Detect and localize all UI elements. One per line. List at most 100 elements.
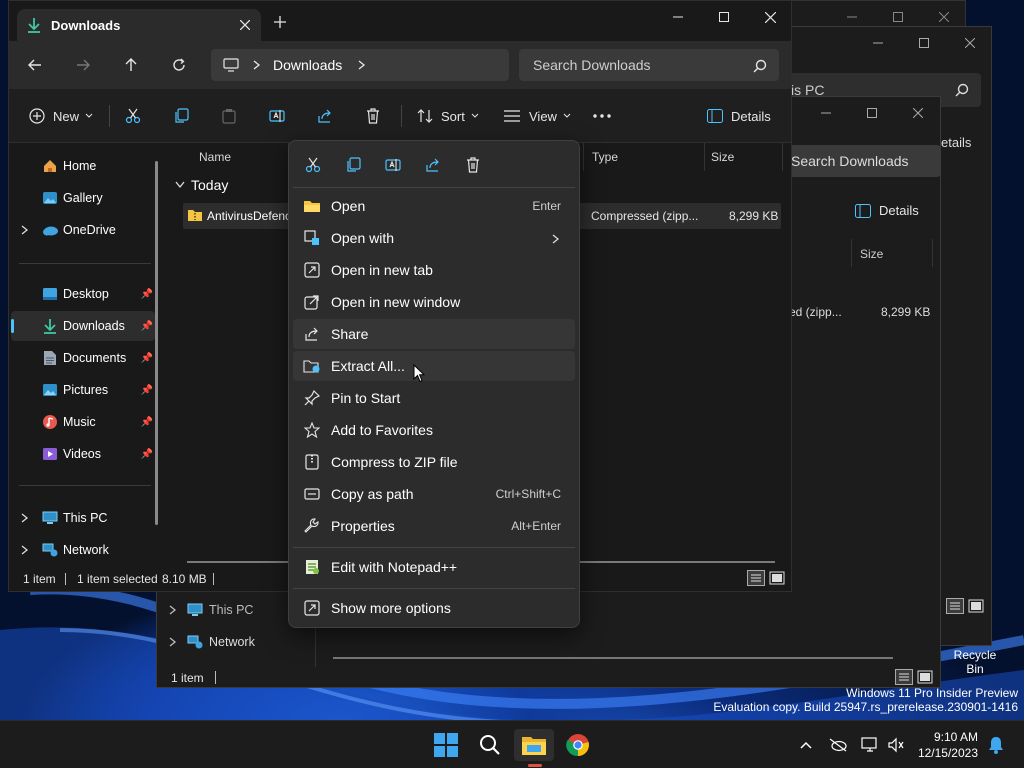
wrench-icon bbox=[303, 517, 321, 535]
onedrive-offline-icon[interactable] bbox=[828, 735, 848, 755]
chevron-right-icon[interactable] bbox=[21, 513, 29, 523]
delete-icon[interactable] bbox=[365, 103, 381, 129]
sidebar-item-desktop[interactable]: Desktop 📌 bbox=[11, 279, 155, 309]
details-label[interactable]: etails bbox=[941, 135, 971, 150]
sidebar-item-network[interactable]: Network bbox=[169, 635, 255, 649]
menu-item-open-new-tab[interactable]: Open in new tab bbox=[293, 255, 575, 285]
minimize-icon[interactable] bbox=[803, 97, 849, 129]
column-header-size[interactable]: Size bbox=[705, 143, 783, 171]
chevron-up-icon[interactable] bbox=[796, 735, 816, 755]
file-explorer-taskbar-icon[interactable] bbox=[514, 729, 554, 767]
sort-button[interactable]: Sort bbox=[417, 103, 479, 129]
column-header-type[interactable]: Type bbox=[583, 143, 705, 171]
sidebar-item-pictures[interactable]: Pictures 📌 bbox=[11, 375, 155, 405]
display-icon[interactable] bbox=[860, 735, 880, 755]
paste-icon[interactable] bbox=[221, 103, 237, 129]
volume-muted-icon[interactable] bbox=[886, 735, 906, 755]
menu-item-copy-as-path[interactable]: Copy as path Ctrl+Shift+C bbox=[293, 479, 575, 509]
breadcrumb-downloads[interactable]: Downloads bbox=[273, 57, 342, 73]
minimize-icon[interactable] bbox=[855, 27, 901, 59]
start-windows-icon[interactable] bbox=[426, 729, 466, 761]
menu-item-pin-to-start[interactable]: Pin to Start bbox=[293, 383, 575, 413]
chevron-right-icon[interactable] bbox=[21, 225, 29, 235]
sidebar-item-music[interactable]: Music 📌 bbox=[11, 407, 155, 437]
menu-item-share[interactable]: Share bbox=[293, 319, 575, 349]
menu-item-open-new-window[interactable]: Open in new window bbox=[293, 287, 575, 317]
notification-bell-icon[interactable] bbox=[986, 735, 1006, 755]
tab-downloads[interactable]: Downloads bbox=[17, 9, 261, 41]
rename-icon[interactable] bbox=[269, 103, 285, 129]
minimize-icon[interactable] bbox=[655, 1, 701, 33]
search-icon[interactable] bbox=[470, 729, 510, 761]
column-header-size[interactable]: Size bbox=[851, 239, 933, 267]
menu-item-add-to-favorites[interactable]: Add to Favorites bbox=[293, 415, 575, 445]
sidebar-item-videos[interactable]: Videos 📌 bbox=[11, 439, 155, 469]
search-box[interactable]: Search Downloads bbox=[777, 145, 941, 177]
cut-icon[interactable] bbox=[297, 153, 329, 177]
pin-icon[interactable]: 📌 bbox=[141, 385, 153, 396]
menu-item-show-more-options[interactable]: Show more options bbox=[293, 593, 575, 623]
sidebar-item-network[interactable]: Network bbox=[11, 535, 155, 565]
sidebar-item-downloads[interactable]: Downloads 📌 bbox=[11, 311, 155, 341]
menu-item-properties[interactable]: Properties Alt+Enter bbox=[293, 511, 575, 541]
sidebar-item-gallery[interactable]: Gallery bbox=[11, 183, 155, 213]
share-icon[interactable] bbox=[417, 153, 449, 177]
pin-icon[interactable]: 📌 bbox=[141, 353, 153, 364]
menu-item-edit-notepad-plus[interactable]: Edit with Notepad++ bbox=[293, 552, 575, 582]
menu-item-open[interactable]: Open Enter bbox=[293, 191, 575, 221]
new-button[interactable]: New bbox=[29, 103, 93, 129]
details-view-icon[interactable] bbox=[946, 598, 964, 614]
pin-icon[interactable]: 📌 bbox=[141, 449, 153, 460]
more-options-icon[interactable] bbox=[593, 103, 611, 129]
tiles-view-icon[interactable] bbox=[968, 598, 984, 614]
maximize-icon[interactable] bbox=[701, 1, 747, 33]
tiles-view-icon[interactable] bbox=[769, 570, 785, 586]
system-clock[interactable]: 9:10 AM 12/15/2023 bbox=[918, 729, 978, 761]
copy-icon[interactable] bbox=[337, 153, 369, 177]
chevron-right-icon[interactable] bbox=[253, 60, 261, 70]
close-icon[interactable] bbox=[895, 97, 941, 129]
sidebar-item-this-pc[interactable]: This PC bbox=[169, 603, 253, 617]
pin-icon[interactable]: 📌 bbox=[141, 417, 153, 428]
tiles-view-icon[interactable] bbox=[917, 669, 933, 685]
chevron-right-icon[interactable] bbox=[358, 60, 366, 70]
details-view-icon[interactable] bbox=[747, 570, 765, 586]
sidebar-item-onedrive[interactable]: OneDrive bbox=[11, 215, 155, 245]
forward-arrow-icon[interactable] bbox=[69, 53, 97, 77]
details-button[interactable]: Details bbox=[707, 103, 771, 129]
sidebar-item-documents[interactable]: Documents 📌 bbox=[11, 343, 155, 373]
rename-icon[interactable] bbox=[377, 153, 409, 177]
horizontal-scrollbar[interactable] bbox=[333, 657, 893, 659]
new-tab-plus-icon[interactable] bbox=[271, 13, 289, 31]
details-button[interactable]: Details bbox=[855, 203, 919, 218]
up-arrow-icon[interactable] bbox=[117, 53, 145, 77]
view-button[interactable]: View bbox=[503, 103, 571, 129]
sidebar-item-home[interactable]: Home bbox=[11, 151, 155, 181]
maximize-icon[interactable] bbox=[849, 97, 895, 129]
share-icon[interactable] bbox=[317, 103, 333, 129]
chevron-down-icon bbox=[85, 113, 93, 119]
group-header-today[interactable]: Today bbox=[175, 177, 228, 193]
cut-icon[interactable] bbox=[125, 103, 141, 129]
search-input[interactable]: Search Downloads bbox=[519, 49, 779, 81]
menu-item-extract-all[interactable]: Extract All... bbox=[293, 351, 575, 381]
refresh-icon[interactable] bbox=[165, 53, 193, 77]
close-icon[interactable] bbox=[947, 27, 993, 59]
chrome-icon[interactable] bbox=[558, 729, 598, 761]
close-tab-icon[interactable] bbox=[237, 17, 253, 33]
details-view-icon[interactable] bbox=[895, 669, 913, 685]
column-header-name[interactable]: Name bbox=[169, 143, 289, 171]
pin-icon[interactable]: 📌 bbox=[141, 289, 153, 300]
close-icon[interactable] bbox=[747, 1, 793, 33]
sidebar-scrollbar[interactable] bbox=[155, 161, 158, 525]
copy-icon[interactable] bbox=[173, 103, 189, 129]
pin-icon[interactable]: 📌 bbox=[141, 321, 153, 332]
maximize-icon[interactable] bbox=[901, 27, 947, 59]
delete-icon[interactable] bbox=[457, 153, 489, 177]
back-arrow-icon[interactable] bbox=[21, 53, 49, 77]
address-bar[interactable]: Downloads bbox=[211, 49, 509, 81]
menu-item-compress-zip[interactable]: Compress to ZIP file bbox=[293, 447, 575, 477]
menu-item-open-with[interactable]: Open with bbox=[293, 223, 575, 253]
sidebar-item-this-pc[interactable]: This PC bbox=[11, 503, 155, 533]
chevron-right-icon[interactable] bbox=[21, 545, 29, 555]
